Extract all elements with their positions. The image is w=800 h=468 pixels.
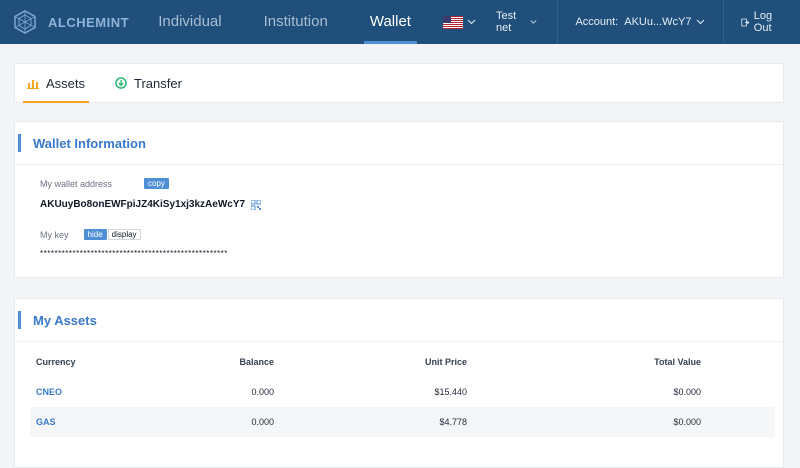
table-header-row: Currency Balance Unit Price Total Value: [30, 347, 775, 377]
wallet-address: AKUuyBo8onEWFpiJZ4KiSy1xj3kzAeWcY7: [40, 199, 262, 210]
wallet-address-label: My wallet address: [40, 178, 113, 189]
balance-cell: 0.000: [251, 387, 274, 397]
key-row: My key hide display: [40, 229, 141, 240]
currency-cell: GAS: [30, 417, 150, 427]
tab-assets[interactable]: Assets: [15, 64, 97, 103]
column-header-balance: Balance: [239, 357, 274, 367]
column-header-unit-price: Unit Price: [424, 357, 467, 367]
table-row: GAS 0.000 $4.778 $0.000: [30, 407, 775, 437]
total-value-cell: $0.000: [673, 417, 701, 427]
transfer-icon: [115, 77, 127, 89]
top-navigation-bar: ALCHEMINT Individual Institution Wallet: [0, 0, 800, 44]
card-title: Wallet Information: [33, 135, 146, 151]
wallet-tabs: Assets Transfer: [14, 63, 784, 103]
logo[interactable]: ALCHEMINT: [12, 9, 134, 35]
currency-link[interactable]: CNEO: [36, 387, 62, 397]
nav-institution[interactable]: Institution: [254, 0, 338, 44]
card-header: My Assets: [15, 299, 783, 342]
column-header-currency: Currency: [36, 357, 76, 367]
card-header: Wallet Information: [15, 122, 783, 165]
chevron-down-icon: [530, 20, 537, 24]
network-selector[interactable]: Test net: [496, 10, 537, 34]
currency-cell: CNEO: [30, 387, 150, 397]
unit-price-cell: $15.440: [434, 387, 467, 397]
header-right-area: Test net Account: AKUu...WcY7 Log Out: [442, 0, 800, 44]
tab-transfer[interactable]: Transfer: [103, 64, 194, 102]
my-assets-card: My Assets Currency Balance Unit Price To…: [14, 298, 784, 468]
account-selector[interactable]: Account: AKUu...WcY7: [557, 16, 722, 28]
logout-icon: [741, 18, 750, 26]
us-flag-icon: [442, 15, 463, 29]
assets-icon: [27, 80, 39, 89]
chevron-down-icon: [467, 19, 476, 25]
key-masked-value: ****************************************…: [40, 249, 228, 258]
unit-price-cell: $4.778: [439, 417, 467, 427]
nav-individual[interactable]: Individual: [148, 0, 231, 44]
account-value: AKUu...WcY7: [624, 16, 692, 28]
total-value-cell: $0.000: [673, 387, 701, 397]
wallet-information-card: Wallet Information My wallet address cop…: [14, 121, 784, 278]
display-button[interactable]: display: [107, 229, 141, 240]
tab-assets-label: Assets: [46, 75, 86, 91]
logo-text: ALCHEMINT: [48, 14, 130, 30]
nav-wallet[interactable]: Wallet: [360, 0, 421, 44]
logout-button[interactable]: Log Out: [723, 10, 800, 34]
column-header-total-value: Total Value: [654, 357, 701, 367]
currency-link[interactable]: GAS: [36, 417, 56, 427]
language-selector[interactable]: [442, 15, 476, 29]
key-label: My key: [40, 229, 69, 240]
logout-label: Log Out: [753, 10, 773, 34]
logo-icon: [14, 10, 36, 34]
hide-button[interactable]: hide: [83, 229, 107, 240]
account-label: Account:: [575, 16, 619, 28]
tab-transfer-label: Transfer: [134, 75, 182, 91]
copy-button[interactable]: copy: [144, 178, 169, 189]
chevron-down-icon: [696, 19, 704, 25]
table-row: CNEO 0.000 $15.440 $0.000: [30, 377, 775, 407]
card-title: My Assets: [33, 312, 97, 328]
balance-cell: 0.000: [251, 417, 274, 427]
qr-code-icon[interactable]: [251, 199, 262, 210]
assets-table: Currency Balance Unit Price Total Value …: [30, 347, 775, 437]
wallet-address-row: My wallet address copy: [40, 178, 169, 189]
main-nav: Individual Institution Wallet: [148, 0, 443, 44]
wallet-address-value: AKUuyBo8onEWFpiJZ4KiSy1xj3kzAeWcY7: [40, 199, 246, 210]
network-label: Test net: [495, 10, 517, 34]
